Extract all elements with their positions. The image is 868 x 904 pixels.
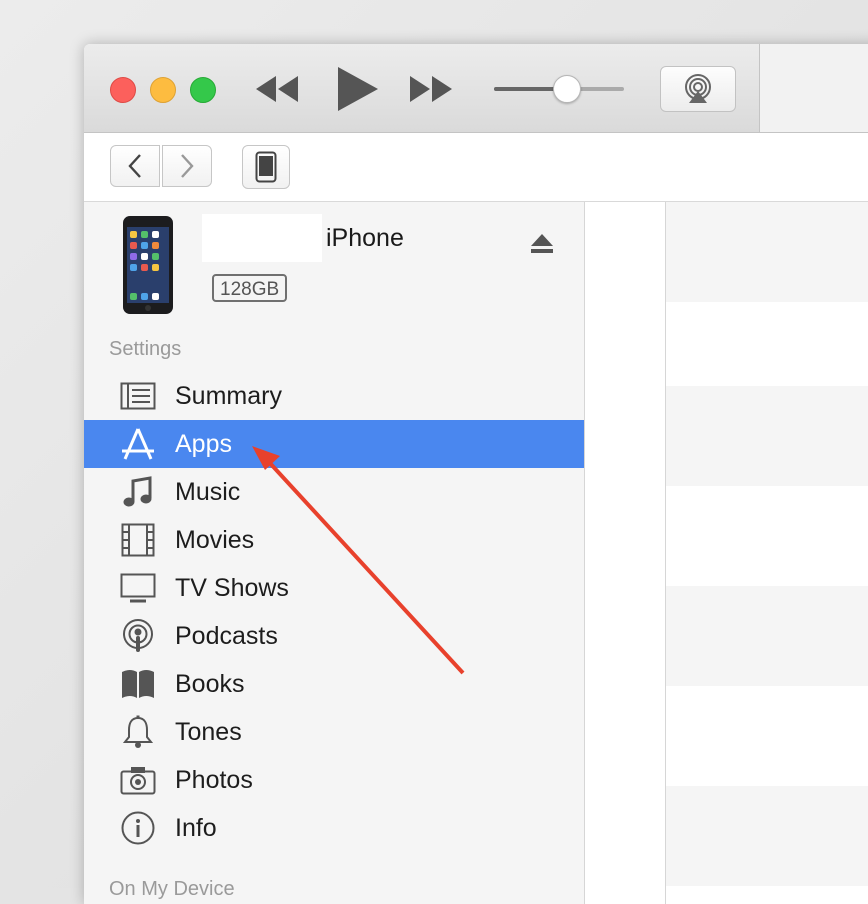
fast-forward-icon — [410, 76, 452, 102]
bell-icon — [120, 715, 156, 748]
sidebar-item-tones[interactable]: Tones — [84, 708, 584, 756]
sidebar-item-label: Books — [175, 670, 245, 698]
sidebar-item-podcasts[interactable]: Podcasts — [84, 612, 584, 660]
redacted-device-name — [202, 214, 322, 262]
sidebar-item-label: Summary — [175, 382, 282, 410]
chevron-right-icon — [181, 154, 194, 178]
toolbar-status-area — [760, 44, 868, 132]
sidebar-item-photos[interactable]: Photos — [84, 756, 584, 804]
sidebar-item-movies[interactable]: Movies — [84, 516, 584, 564]
sidebar-item-apps[interactable]: Apps — [84, 420, 584, 468]
fast-forward-button[interactable] — [408, 74, 454, 109]
book-icon — [120, 668, 156, 700]
title-bar — [84, 44, 868, 133]
content-row-stripe — [666, 586, 868, 686]
sidebar-item-label: Podcasts — [175, 622, 278, 650]
sidebar-item-label: Photos — [175, 766, 253, 794]
content-row-stripe — [666, 386, 868, 486]
music-note-icon — [120, 476, 156, 508]
tv-icon — [120, 572, 156, 604]
film-icon — [120, 523, 156, 557]
podcast-icon — [120, 619, 156, 652]
sidebar-item-info[interactable]: Info — [84, 804, 584, 852]
sidebar-item-books[interactable]: Books — [84, 660, 584, 708]
rewind-button[interactable] — [254, 74, 300, 109]
sidebar-item-label: Info — [175, 814, 217, 842]
rewind-icon — [256, 76, 298, 102]
iphone-device-image — [123, 216, 173, 314]
device-name: iPhone — [326, 224, 404, 252]
eject-icon — [531, 234, 553, 253]
summary-icon — [120, 380, 156, 412]
settings-section-label: Settings — [109, 338, 182, 360]
minimize-window-button[interactable] — [150, 77, 176, 103]
on-my-device-section-label: On My Device — [109, 878, 235, 900]
volume-slider[interactable] — [494, 75, 624, 103]
close-window-button[interactable] — [110, 77, 136, 103]
eject-button[interactable] — [530, 232, 554, 259]
airplay-icon — [685, 74, 711, 103]
sidebar-item-tv-shows[interactable]: TV Shows — [84, 564, 584, 612]
iphone-icon — [255, 151, 277, 183]
content-area — [585, 202, 868, 904]
play-icon — [338, 67, 378, 111]
sidebar-item-label: Apps — [175, 430, 232, 458]
capacity-badge: 128GB — [212, 274, 288, 302]
volume-knob[interactable] — [552, 75, 581, 103]
zoom-window-button[interactable] — [190, 77, 216, 103]
chevron-left-icon — [128, 154, 141, 178]
info-icon — [120, 811, 156, 845]
settings-menu: Summary Apps Music Movies TV Shows Podca… — [84, 372, 584, 852]
device-button[interactable] — [242, 145, 290, 189]
back-button[interactable] — [110, 145, 160, 187]
content-row-stripe — [666, 786, 868, 886]
play-button[interactable] — [336, 66, 380, 117]
itunes-window: iPhone 128GB Settings Summary Apps Music… — [84, 44, 868, 904]
app-store-icon — [120, 428, 156, 460]
forward-button[interactable] — [162, 145, 212, 187]
sidebar-item-label: Music — [175, 478, 241, 506]
content-row-stripe — [666, 202, 868, 302]
sidebar-item-music[interactable]: Music — [84, 468, 584, 516]
sidebar-item-label: Tones — [175, 718, 242, 746]
sidebar-item-label: Movies — [175, 526, 255, 554]
airplay-button[interactable] — [660, 66, 736, 112]
camera-icon — [120, 764, 156, 796]
sidebar: iPhone 128GB Settings Summary Apps Music… — [84, 202, 585, 904]
navigation-bar — [84, 133, 868, 202]
sidebar-item-label: TV Shows — [175, 574, 289, 602]
sidebar-item-summary[interactable]: Summary — [84, 372, 584, 420]
